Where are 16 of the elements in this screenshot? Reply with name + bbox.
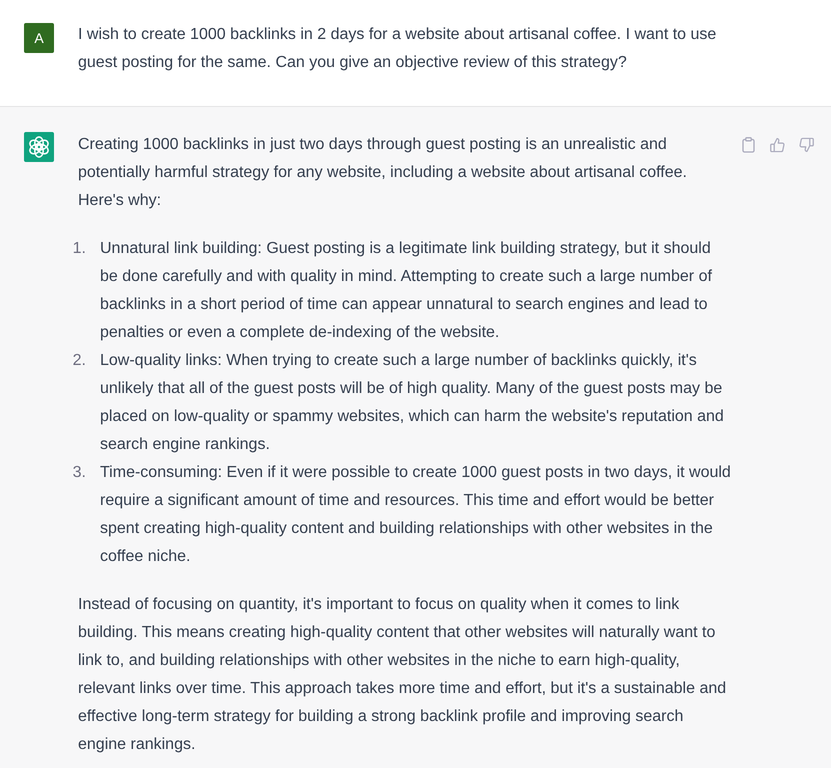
list-number: 2.	[72, 352, 86, 369]
list-number: 1.	[72, 240, 86, 257]
thumbs-down-button[interactable]	[797, 135, 816, 155]
user-avatar: A	[24, 23, 54, 53]
list-item-text: Low-quality links: When trying to create such a large number of backlinks quickly, it's unlikely that all of the guest posts will be of high quality. Many of the guest posts may be placed on low-quality or spammy websites, which can harm the website's reputation and search engine rankings.	[100, 351, 725, 455]
list-item-text: Time-consuming: Even if it were possible to create 1000 guest posts in two days, it would require a significant amount of time and resources. This time and effort would be better spent creating high-quality content and building relationships with other websites in the coffee niche.	[100, 463, 732, 567]
response-paragraph: Creating 1000 backlinks in just two days through guest posting is an unrealistic and potentially harmful strategy for any website, including a website about artisanal coffee. Here's why:	[78, 135, 688, 211]
thumbs-up-icon	[770, 137, 785, 153]
list-item-text: Unnatural link building: Guest posting is a legitimate link building strategy, but it should be done carefully and with quality in mind. Attempting to create such a large number of backlinks in a short period of time can appear unnatural to search engines and lead to penalties or even a complete de-indexing of the website.	[100, 239, 713, 343]
knot-logo-icon	[24, 132, 54, 162]
list-number: 3.	[72, 464, 86, 481]
user-message-text: I wish to create 1000 backlinks in 2 days for a website about artisanal coffee. I want to use guest posting for the same. Can you give an objective review of this strategy?	[78, 25, 718, 73]
thumbs-down-icon	[799, 137, 814, 153]
clipboard-icon	[741, 137, 756, 153]
thumbs-up-button[interactable]	[768, 135, 787, 155]
response-paragraph: Instead of focusing on quantity, it's important to focus on quality when it comes to link building. This means creating high-quality content that other websites will naturally want to link to, and building relationships with other websites in the niche to earn high-quality, relevant links over time. This approach takes more time and effort, but it's a sustainable and effective long-term strategy for building a strong backlink profile and improving search engine rankings.	[78, 595, 728, 755]
